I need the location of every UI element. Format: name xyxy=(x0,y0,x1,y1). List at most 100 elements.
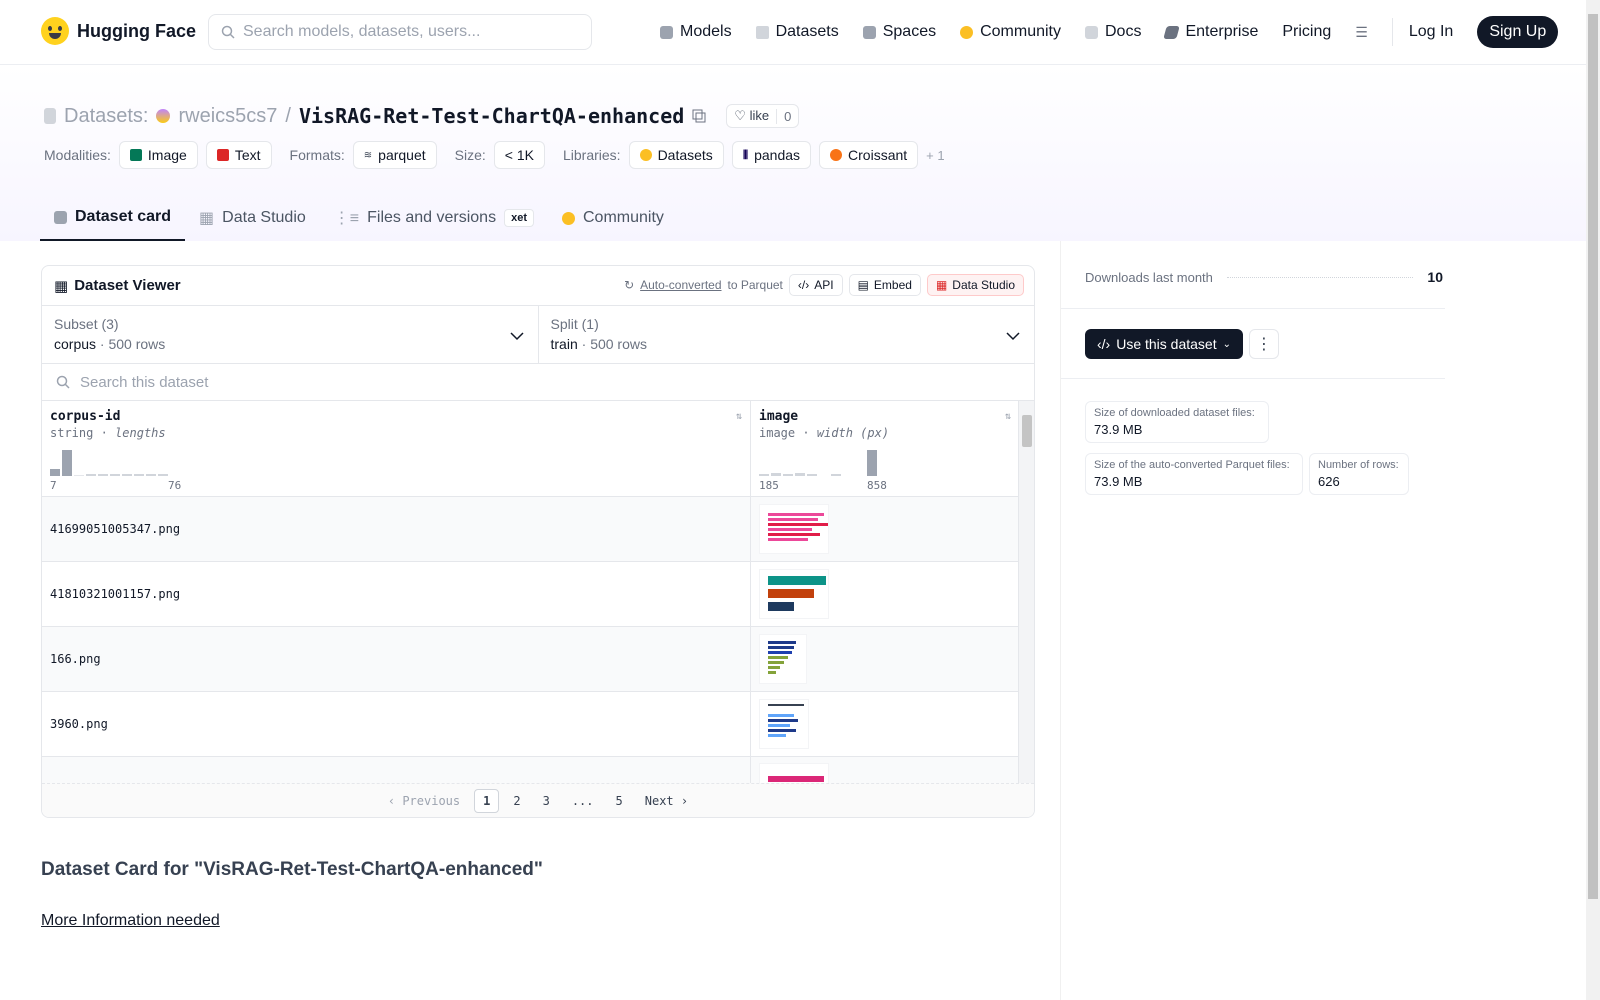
image-cell[interactable] xyxy=(751,497,1019,561)
embed-button[interactable]: ▤ Embed xyxy=(848,274,921,296)
next-page-button[interactable]: Next › xyxy=(637,790,696,812)
hf-logo[interactable]: Hugging Face xyxy=(41,17,196,45)
nav-divider xyxy=(1391,18,1393,46)
code-icon: ‹/› xyxy=(797,278,810,292)
page-scrollbar[interactable] xyxy=(1586,0,1600,1000)
scrollbar-thumb[interactable] xyxy=(1022,415,1032,447)
subset-label: Subset (3) xyxy=(54,316,119,332)
tag-image[interactable]: Image xyxy=(118,141,198,169)
image-cell[interactable] xyxy=(751,562,1019,626)
nav-enterprise[interactable]: Enterprise xyxy=(1163,23,1258,41)
nav-docs[interactable]: Docs xyxy=(1085,23,1141,41)
tab-data-studio[interactable]: ▦ Data Studio xyxy=(185,195,320,241)
login-link[interactable]: Log In xyxy=(1409,23,1453,41)
image-cell[interactable] xyxy=(751,757,1019,787)
search-placeholder: Search models, datasets, users... xyxy=(243,23,481,40)
column-name: corpus-id xyxy=(50,409,121,424)
to-parquet-label: to Parquet xyxy=(727,278,783,292)
sort-icon[interactable]: ⇅ xyxy=(736,411,742,422)
hist-bar xyxy=(158,474,168,476)
tag-croissant[interactable]: Croissant xyxy=(819,141,919,169)
stat-label: Number of rows: xyxy=(1318,459,1399,471)
tag-pandas[interactable]: ⦀ pandas xyxy=(731,141,812,169)
more-information-link[interactable]: More Information needed xyxy=(41,912,220,930)
subset-split-row: Subset (3) corpus · 500 rows Split (1) t… xyxy=(42,306,1034,364)
stat-label: Size of downloaded dataset files: xyxy=(1094,407,1255,419)
table-row[interactable]: 3960.png xyxy=(42,692,1034,757)
downloaded-size-stat: Size of downloaded dataset files: 73.9 M… xyxy=(1085,401,1269,443)
table-row[interactable]: 166.png xyxy=(42,627,1034,692)
split-rows: 500 rows xyxy=(590,336,647,352)
table-row[interactable]: 41810321001157.png xyxy=(42,562,1034,627)
more-menu-icon[interactable]: ☰ xyxy=(1355,24,1368,41)
tag-label: pandas xyxy=(754,147,801,163)
next-label: Next xyxy=(644,793,674,808)
image-icon xyxy=(129,149,142,161)
chart-thumbnail xyxy=(759,504,829,554)
table-row[interactable]: 41699051005347.png xyxy=(42,497,1034,562)
hist-bar xyxy=(62,450,72,476)
hist-bar xyxy=(831,474,841,476)
page-button[interactable]: 2 xyxy=(505,790,528,812)
page-button[interactable]: 3 xyxy=(535,790,558,812)
nav-pricing[interactable]: Pricing xyxy=(1282,23,1331,41)
sort-icon[interactable]: ⇅ xyxy=(1005,411,1011,422)
downloads-label: Downloads last month xyxy=(1085,269,1213,285)
copy-icon[interactable] xyxy=(692,109,706,123)
chart-thumbnail xyxy=(759,634,807,684)
hist-bar xyxy=(134,474,144,476)
search-input[interactable]: Search models, datasets, users... xyxy=(208,14,592,50)
previous-page-button[interactable]: ‹ Previous xyxy=(380,790,468,812)
data-studio-button[interactable]: ▦ Data Studio xyxy=(926,274,1024,296)
tag-datasets-lib[interactable]: Datasets xyxy=(628,141,724,169)
auto-converted-link[interactable]: Auto-converted xyxy=(640,278,721,292)
hist-bar xyxy=(110,474,120,476)
parquet-size-stat: Size of the auto-converted Parquet files… xyxy=(1085,453,1303,495)
tab-label: Dataset card xyxy=(75,208,172,225)
dataset-name[interactable]: VisRAG-Ret-Test-ChartQA-enhanced xyxy=(299,104,684,128)
like-button[interactable]: ♡ like 0 xyxy=(726,104,800,128)
api-button[interactable]: ‹/› API xyxy=(788,274,843,296)
main-nav: Models Datasets Spaces Community Docs En… xyxy=(660,14,1559,50)
image-cell[interactable] xyxy=(751,627,1019,691)
tab-bar: Dataset card ▦ Data Studio ⋮≡ Files and ve… xyxy=(40,195,678,241)
page-button[interactable]: 1 xyxy=(474,788,500,813)
breadcrumb: Datasets: rweics5cs7 / VisRAG-Ret-Test-C… xyxy=(44,104,800,128)
page-scrollbar-thumb[interactable] xyxy=(1588,14,1598,899)
use-dataset-button[interactable]: ‹/› Use this dataset ⌄ xyxy=(1085,329,1243,359)
subset-rows: 500 rows xyxy=(108,336,166,352)
hugging-face-icon xyxy=(41,17,69,45)
nav-spaces[interactable]: Spaces xyxy=(862,23,936,41)
tag-text[interactable]: Text xyxy=(205,141,272,169)
tab-community[interactable]: Community xyxy=(548,195,678,241)
meta-label: width (px) xyxy=(816,426,890,440)
column-corpus-id[interactable]: corpus-id string · lengths 7 76 ⇅ xyxy=(42,401,751,496)
heart-icon: ♡ like xyxy=(734,108,770,123)
tag-parquet[interactable]: ≋ parquet xyxy=(352,141,437,169)
tab-label: Data Studio xyxy=(222,209,306,226)
signup-button[interactable]: Sign Up xyxy=(1477,16,1559,48)
column-image[interactable]: image image · width (px) 185 858 ⇅ xyxy=(751,401,1019,496)
more-tags[interactable]: + 1 xyxy=(926,148,944,163)
tag-size[interactable]: < 1K xyxy=(493,141,545,169)
nav-models[interactable]: Models xyxy=(660,23,732,41)
nav-community[interactable]: Community xyxy=(960,23,1061,41)
dataset-icon xyxy=(44,108,56,124)
hist-bar xyxy=(74,475,84,476)
avatar xyxy=(156,109,171,123)
split-select[interactable]: Split (1) train · 500 rows xyxy=(539,306,1035,363)
cube-icon xyxy=(54,210,67,224)
image-cell[interactable] xyxy=(751,692,1019,756)
tab-dataset-card[interactable]: Dataset card xyxy=(40,195,186,241)
dataset-search-input[interactable]: Search this dataset xyxy=(42,364,1034,401)
table-scrollbar[interactable] xyxy=(1018,401,1034,784)
owner-link[interactable]: rweics5cs7 xyxy=(178,105,277,128)
page-button[interactable]: 5 xyxy=(608,790,631,812)
more-options-button[interactable]: ⋮ xyxy=(1249,329,1279,359)
viewer-title: Dataset Viewer xyxy=(74,277,181,294)
hist-bar xyxy=(759,474,769,476)
nav-datasets[interactable]: Datasets xyxy=(755,23,839,41)
subset-select[interactable]: Subset (3) corpus · 500 rows xyxy=(42,306,539,363)
hist-bar xyxy=(807,474,817,476)
tab-files[interactable]: ⋮≡ Files and versions xet xyxy=(320,195,548,241)
